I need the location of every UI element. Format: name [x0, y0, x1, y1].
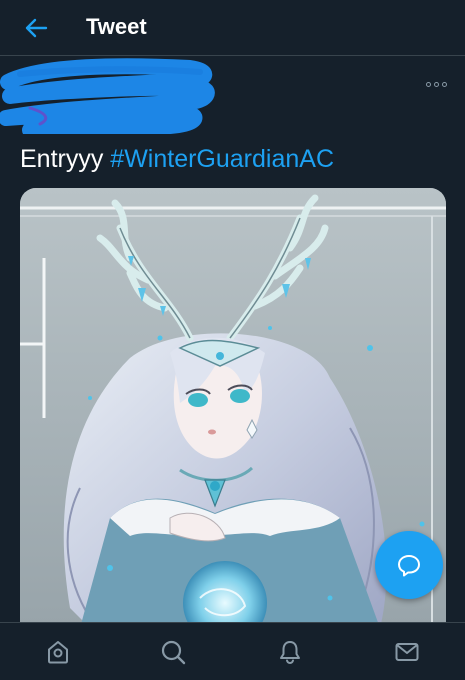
nav-notifications-button[interactable]	[273, 636, 307, 668]
reply-fab-button[interactable]	[375, 531, 443, 599]
nav-home-button[interactable]	[41, 636, 75, 668]
home-icon	[48, 641, 68, 664]
page-title: Tweet	[86, 14, 147, 39]
back-button[interactable]	[18, 12, 54, 44]
nav-search-button[interactable]	[156, 636, 190, 668]
hashtag-link[interactable]: #WinterGuardianAC	[110, 145, 334, 173]
nav-messages-button[interactable]	[390, 636, 424, 668]
bottom-navigation-bar	[0, 622, 465, 680]
search-icon	[161, 640, 186, 665]
messages-envelope-icon	[395, 643, 419, 661]
more-dot	[441, 81, 447, 87]
redacted-author-name	[0, 58, 215, 134]
arrow-left-icon	[25, 18, 48, 38]
tweet-detail-screen: Tweet Entryyy #WinterGuardianAC	[0, 0, 465, 680]
more-options-button[interactable]	[422, 76, 450, 92]
more-dot	[433, 81, 439, 87]
reply-bubble-icon	[398, 555, 420, 577]
tweet-text-body: Entryyy	[20, 145, 111, 173]
top-app-bar: Tweet	[0, 0, 465, 56]
tweet-text: Entryyy #WinterGuardianAC	[20, 142, 334, 176]
more-dot	[425, 81, 431, 87]
notifications-bell-icon	[280, 641, 300, 665]
